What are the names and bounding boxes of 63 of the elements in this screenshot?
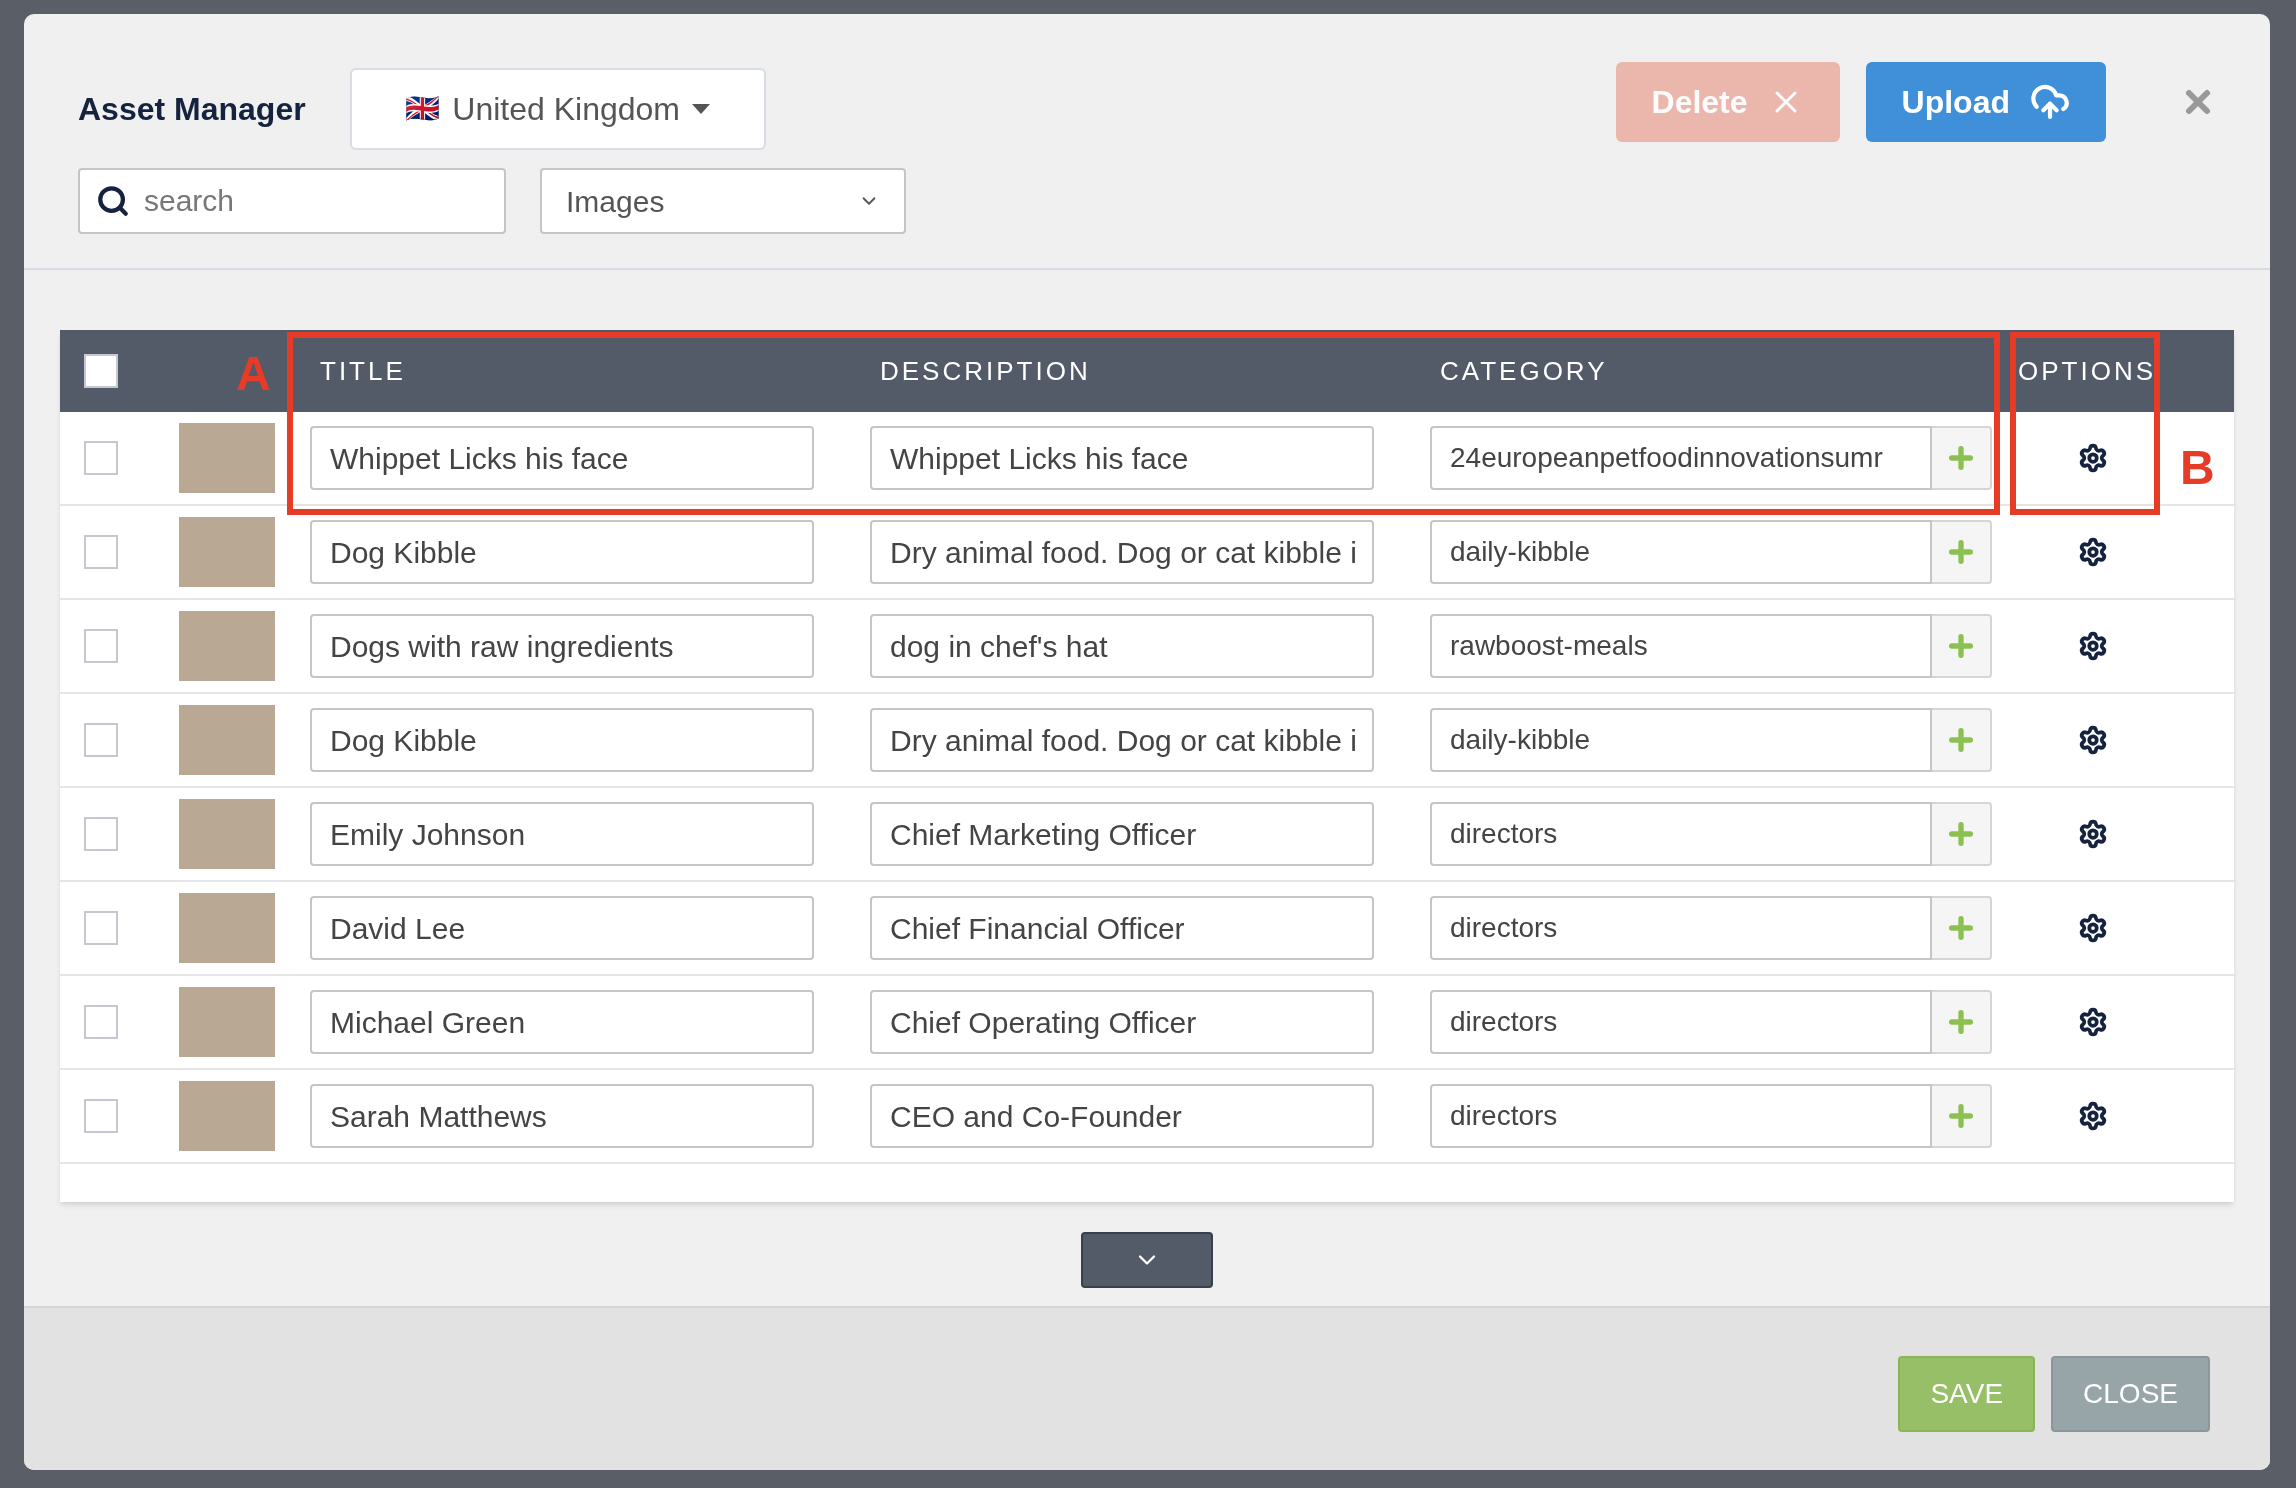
description-field[interactable]: Chief Operating Officer [870,990,1374,1054]
type-select[interactable]: Images [540,168,906,234]
settings-icon[interactable] [2078,913,2108,943]
checkbox[interactable] [84,354,118,388]
add-button[interactable] [1932,896,1992,960]
category-field[interactable]: rawboost-meals [1430,614,1932,678]
search-icon [96,184,130,218]
column-header: TITLE [319,354,407,388]
settings-icon[interactable] [2078,443,2108,473]
title-field[interactable]: Emily Johnson [310,802,814,866]
add-button[interactable] [1932,708,1992,772]
title-field[interactable]: Dog Kibble [310,520,814,584]
category-field[interactable]: daily-kibble [1430,520,1932,584]
title-field[interactable]: Michael Green [310,990,814,1054]
title-field[interactable]: Dog Kibble [310,708,814,772]
settings-icon[interactable] [2078,1101,2108,1131]
add-button[interactable] [1932,520,1992,584]
title-field[interactable]: David Lee [310,896,814,960]
description-field[interactable]: CEO and Co-Founder [870,1084,1374,1148]
settings-icon[interactable] [2078,725,2108,755]
checkbox[interactable] [84,1099,118,1133]
flag-icon: 🇬🇧 [405,88,441,130]
category-field[interactable]: 24europeanpetfoodinnovationsumr [1430,426,1932,490]
checkbox[interactable] [84,817,118,851]
settings-icon[interactable] [2078,537,2108,567]
caret-icon [692,104,710,114]
add-button[interactable] [1932,802,1992,866]
category-field[interactable]: directors [1430,802,1932,866]
description-field[interactable]: Dry animal food. Dog or cat kibble i [870,520,1374,584]
add-button[interactable] [1932,990,1992,1054]
country-dropdown[interactable]: 🇬🇧 United Kingdom [349,68,766,150]
annotation-label: B [2180,440,2215,496]
annotation-label: A [236,346,271,402]
column-header: DESCRIPTION [879,354,1092,388]
description-field[interactable]: Whippet Licks his face [870,426,1374,490]
modal-title: Asset Manager [78,90,306,129]
description-field[interactable]: Chief Financial Officer [870,896,1374,960]
add-button[interactable] [1932,426,1992,490]
checkbox[interactable] [84,1005,118,1039]
title-field[interactable]: Whippet Licks his face [310,426,814,490]
column-header: OPTIONS [2018,354,2157,388]
checkbox[interactable] [84,723,118,757]
checkbox[interactable] [84,441,118,475]
settings-icon[interactable] [2078,631,2108,661]
checkbox[interactable] [84,535,118,569]
search-field[interactable]: search [78,168,506,234]
title-field[interactable]: Sarah Matthews [310,1084,814,1148]
category-field[interactable]: daily-kibble [1430,708,1932,772]
description-field[interactable]: dog in chef's hat [870,614,1374,678]
checkbox[interactable] [84,629,118,663]
title-field[interactable]: Dogs with raw ingredients [310,614,814,678]
cloud-upload-icon [2030,82,2070,122]
description-field[interactable]: Dry animal food. Dog or cat kibble i [870,708,1374,772]
category-field[interactable]: directors [1430,1084,1932,1148]
expand-button[interactable] [1081,1232,1213,1288]
category-field[interactable]: directors [1430,990,1932,1054]
checkbox[interactable] [84,911,118,945]
description-field[interactable]: Chief Marketing Officer [870,802,1374,866]
add-button[interactable] [1932,614,1992,678]
settings-icon[interactable] [2078,1007,2108,1037]
add-button[interactable] [1932,1084,1992,1148]
category-field[interactable]: directors [1430,896,1932,960]
settings-icon[interactable] [2078,819,2108,849]
